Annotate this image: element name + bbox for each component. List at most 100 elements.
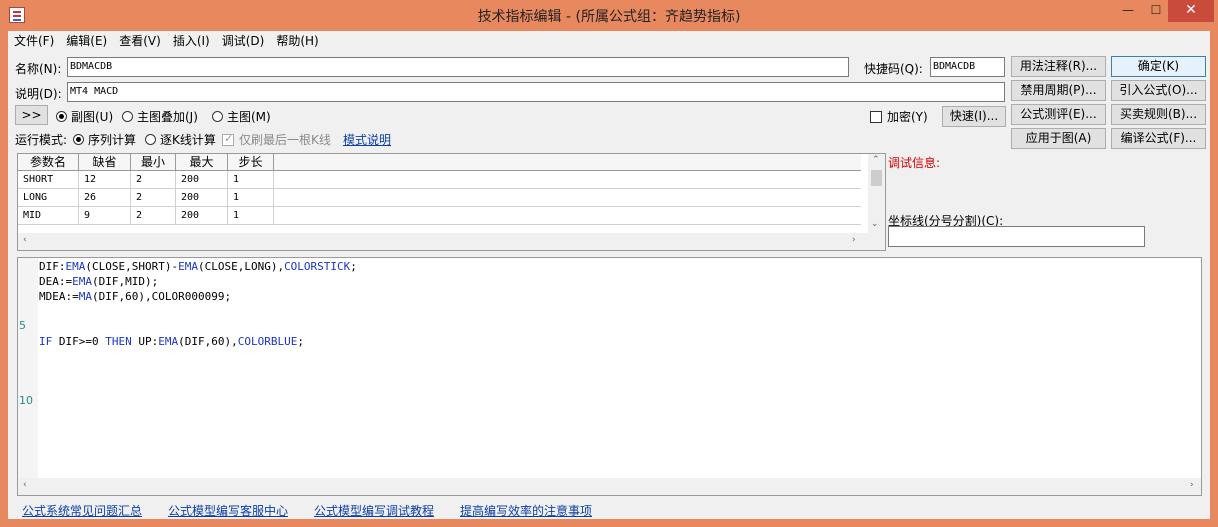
radio-per-bar-calc-dot[interactable] xyxy=(145,134,156,145)
menu-insert[interactable]: 插入(I) xyxy=(167,31,216,51)
menu-edit[interactable]: 编辑(E) xyxy=(60,31,113,51)
apply-to-chart-button[interactable]: 应用于图(A) xyxy=(1011,128,1106,149)
radio-sub-chart[interactable]: 副图(U) xyxy=(56,108,113,125)
menu-help[interactable]: 帮助(H) xyxy=(270,31,324,51)
formula-code-editor[interactable]: 5 10 DIF:EMA(CLOSE,SHORT)-EMA(CLOSE,LONG… xyxy=(17,257,1202,496)
description-field[interactable]: MT4 MACD xyxy=(67,82,1005,102)
scroll-down-icon[interactable]: ⌄ xyxy=(871,219,879,229)
menu-view[interactable]: 查看(V) xyxy=(113,31,167,51)
column-header[interactable]: 步长 xyxy=(228,154,274,170)
dialog-client-area: 文件(F) 编辑(E) 查看(V) 插入(I) 调试(D) 帮助(H) 名称(N… xyxy=(8,31,1210,519)
disabled-period-button[interactable]: 禁用周期(P)... xyxy=(1011,80,1106,101)
code-line[interactable]: IF DIF>=0 THEN UP:EMA(DIF,60),COLORBLUE; xyxy=(39,335,304,348)
table-cell[interactable]: 1 xyxy=(228,189,274,206)
scroll-thumb[interactable] xyxy=(871,170,882,186)
radio-main-chart-dot[interactable] xyxy=(212,111,223,122)
formula-test-button[interactable]: 公式测评(E)... xyxy=(1011,104,1106,125)
scroll-left-icon[interactable]: ‹ xyxy=(23,480,27,490)
column-header[interactable]: 缺省 xyxy=(79,154,131,170)
radio-main-overlay-label: 主图叠加(J) xyxy=(137,110,198,124)
ok-button[interactable]: 确定(K) xyxy=(1111,56,1206,77)
mode-help-link[interactable]: 模式说明 xyxy=(343,131,391,148)
scroll-right-icon[interactable]: › xyxy=(852,235,856,245)
refresh-last-bar-label: 仅刷最后一根K线 xyxy=(239,133,331,147)
table-horizontal-scrollbar[interactable]: ‹ › ⌄ xyxy=(18,219,885,250)
radio-main-chart-label: 主图(M) xyxy=(227,110,271,124)
name-field[interactable]: BDMACDB xyxy=(67,57,849,77)
parameter-table[interactable]: 参数名 缺省 最小 最大 步长 SHORT 12 2 200 1 LONG 26… xyxy=(17,153,886,251)
support-center-link[interactable]: 公式模型编写客服中心 xyxy=(168,502,288,519)
debug-tutorial-link[interactable]: 公式模型编写调试教程 xyxy=(314,502,434,519)
radio-main-overlay[interactable]: 主图叠加(J) xyxy=(122,108,198,125)
table-row[interactable]: MID 9 2 200 1 xyxy=(18,207,861,225)
menu-debug[interactable]: 调试(D) xyxy=(216,31,271,51)
radio-per-bar-calc[interactable]: 逐K线计算 xyxy=(145,131,216,148)
table-cell[interactable]: 26 xyxy=(79,189,131,206)
quick-button[interactable]: 快速(I)... xyxy=(942,106,1006,127)
maximize-icon[interactable]: ☐ xyxy=(1142,0,1170,22)
table-row[interactable]: LONG 26 2 200 1 xyxy=(18,189,861,207)
encrypt-checkbox[interactable]: 加密(Y) xyxy=(870,108,928,125)
encrypt-label: 加密(Y) xyxy=(887,110,928,124)
description-label: 说明(D): xyxy=(15,87,62,101)
compile-formula-button[interactable]: 编译公式(F)... xyxy=(1111,128,1206,149)
run-mode-label: 运行模式: xyxy=(15,133,68,147)
faq-link[interactable]: 公式系统常见问题汇总 xyxy=(22,502,142,519)
code-constant: COLORBLUE xyxy=(237,335,298,348)
scroll-up-icon[interactable]: ⌃ xyxy=(872,155,880,165)
radio-main-overlay-dot[interactable] xyxy=(122,111,133,122)
column-header[interactable]: 最小 xyxy=(131,154,176,170)
radio-sequence-calc[interactable]: 序列计算 xyxy=(73,131,136,148)
shortcut-field[interactable]: BDMACDB xyxy=(930,57,1005,77)
axis-line-field[interactable] xyxy=(888,226,1145,247)
expand-button[interactable]: >> xyxy=(15,105,48,125)
table-cell[interactable]: 200 xyxy=(176,171,228,188)
table-cell[interactable]: 2 xyxy=(131,207,176,224)
code-function: EMA xyxy=(65,260,86,273)
line-number: 5 xyxy=(19,319,26,332)
scroll-right-icon[interactable]: › xyxy=(1190,480,1194,490)
debug-info-label: 调试信息: xyxy=(888,156,941,170)
table-cell[interactable]: 200 xyxy=(176,189,228,206)
code-function: EMA xyxy=(178,260,198,273)
table-cell[interactable]: 200 xyxy=(176,207,228,224)
code-function: EMA xyxy=(72,275,92,288)
table-cell[interactable]: 2 xyxy=(131,171,176,188)
refresh-last-bar-box xyxy=(222,132,234,146)
code-text: MDEA:= xyxy=(39,290,79,303)
code-line[interactable]: DEA:=EMA(DIF,MID); xyxy=(39,275,158,288)
code-line[interactable]: DIF:EMA(CLOSE,SHORT)-EMA(CLOSE,LONG),COL… xyxy=(39,260,357,273)
minimize-icon[interactable]: — xyxy=(1114,0,1142,22)
table-cell[interactable]: 2 xyxy=(131,189,176,206)
code-function: EMA xyxy=(158,335,179,348)
trade-rules-button[interactable]: 买卖规则(B)... xyxy=(1111,104,1206,125)
import-formula-button[interactable]: 引入公式(O)... xyxy=(1111,80,1206,101)
table-row[interactable]: SHORT 12 2 200 1 xyxy=(18,171,861,189)
table-cell[interactable]: 1 xyxy=(228,171,274,188)
code-line[interactable]: MDEA:=MA(DIF,60),COLOR000099; xyxy=(39,290,231,303)
table-cell[interactable]: 12 xyxy=(79,171,131,188)
close-icon[interactable]: ✕ xyxy=(1168,0,1214,22)
usage-note-button[interactable]: 用法注释(R)... xyxy=(1011,56,1106,77)
column-header[interactable]: 最大 xyxy=(176,154,228,170)
scroll-left-icon[interactable]: ‹ xyxy=(23,235,27,245)
menu-file[interactable]: 文件(F) xyxy=(8,31,60,51)
efficiency-tips-link[interactable]: 提高编写效率的注意事项 xyxy=(460,502,592,519)
encrypt-checkbox-box[interactable] xyxy=(870,111,882,123)
window-title: 技术指标编辑 - (所属公式组：齐趋势指标) xyxy=(477,9,741,25)
table-cell[interactable]: LONG xyxy=(18,189,79,206)
radio-sequence-calc-dot[interactable] xyxy=(73,134,84,145)
editor-horizontal-scrollbar[interactable]: ‹ › xyxy=(18,478,1201,495)
table-cell[interactable]: 9 xyxy=(79,207,131,224)
radio-sub-chart-dot[interactable] xyxy=(56,111,67,122)
code-text: (DIF,60), xyxy=(178,335,238,348)
table-cell[interactable]: 1 xyxy=(228,207,274,224)
column-header[interactable]: 参数名 xyxy=(18,154,79,170)
table-cell[interactable]: SHORT xyxy=(18,171,79,188)
radio-sequence-calc-label: 序列计算 xyxy=(88,133,137,147)
title-bar[interactable]: 技术指标编辑 - (所属公式组：齐趋势指标) — ☐ ✕ xyxy=(0,0,1218,31)
table-cell[interactable]: MID xyxy=(18,207,79,224)
radio-main-chart[interactable]: 主图(M) xyxy=(212,108,271,125)
column-header-filler xyxy=(274,154,861,170)
table-header: 参数名 缺省 最小 最大 步长 xyxy=(18,154,861,171)
